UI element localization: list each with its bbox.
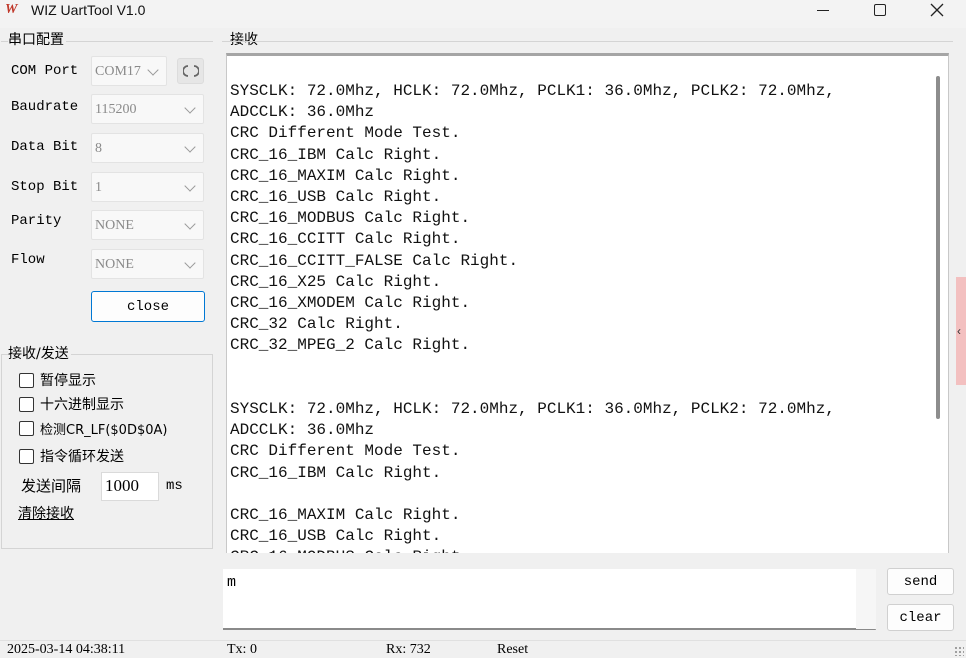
loop-send-label: 指令循环发送 bbox=[40, 449, 124, 465]
data-bit-select[interactable]: 8 bbox=[91, 133, 204, 163]
flow-select[interactable]: NONE bbox=[91, 249, 204, 279]
checkbox-box bbox=[19, 372, 34, 388]
close-window-button[interactable] bbox=[908, 0, 966, 20]
port-config-title: 串口配置 bbox=[8, 31, 66, 49]
reset-button[interactable]: Reset bbox=[497, 641, 528, 658]
data-bit-label: Data Bit bbox=[11, 139, 79, 155]
hex-display-checkbox[interactable]: 十六进制显示 bbox=[19, 394, 124, 414]
checkbox-box bbox=[19, 448, 34, 464]
minimize-icon bbox=[817, 9, 829, 11]
window-title: WIZ UartTool V1.0 bbox=[31, 2, 146, 18]
chevron-left-icon: ‹ bbox=[957, 324, 961, 338]
baudrate-value: 115200 bbox=[95, 102, 137, 117]
minimize-button[interactable] bbox=[794, 0, 852, 20]
com-port-value: COM17 bbox=[95, 64, 141, 79]
clear-receive-link[interactable]: 清除接收 bbox=[18, 505, 74, 523]
chevron-down-icon bbox=[184, 218, 196, 230]
baudrate-label: Baudrate bbox=[11, 99, 79, 115]
status-rx: Rx: 732 bbox=[386, 642, 431, 657]
receive-textarea[interactable]: SYSCLK: 72.0Mhz, HCLK: 72.0Mhz, PCLK1: 3… bbox=[226, 53, 949, 553]
data-bit-value: 8 bbox=[95, 141, 102, 156]
stop-bit-label: Stop Bit bbox=[11, 179, 79, 195]
com-port-select[interactable]: COM17 bbox=[91, 56, 167, 86]
chevron-down-icon bbox=[184, 257, 196, 269]
flow-value: NONE bbox=[95, 257, 134, 272]
send-textarea[interactable]: m bbox=[223, 569, 876, 630]
parity-value: NONE bbox=[95, 218, 134, 233]
maximize-button[interactable] bbox=[851, 0, 909, 20]
stop-bit-value: 1 bbox=[95, 180, 102, 195]
refresh-ports-button[interactable] bbox=[177, 58, 204, 84]
send-button[interactable]: send bbox=[887, 568, 954, 595]
hex-display-label: 十六进制显示 bbox=[40, 397, 124, 413]
maximize-icon bbox=[874, 4, 886, 16]
clear-button[interactable]: clear bbox=[887, 604, 954, 631]
send-interval-label: 发送间隔 bbox=[21, 477, 82, 495]
receive-scrollbar[interactable] bbox=[936, 76, 940, 419]
status-bar: 2025-03-14 04:38:11 Tx: 0 Rx: 732 Reset bbox=[0, 640, 966, 658]
title-bar: W WIZ UartTool V1.0 bbox=[0, 0, 966, 28]
checkbox-box bbox=[19, 396, 34, 412]
chevron-down-icon bbox=[184, 180, 196, 192]
baudrate-select[interactable]: 115200 bbox=[91, 94, 204, 124]
pause-display-label: 暂停显示 bbox=[40, 373, 96, 389]
checkbox-box bbox=[19, 420, 34, 436]
status-timestamp: 2025-03-14 04:38:11 bbox=[7, 642, 126, 657]
flow-label: Flow bbox=[11, 252, 45, 268]
check-crlf-checkbox[interactable]: 检测CR_LF($0D$0A) bbox=[19, 418, 167, 438]
stop-bit-select[interactable]: 1 bbox=[91, 172, 204, 202]
send-scrollbar[interactable] bbox=[856, 569, 876, 629]
chevron-down-icon bbox=[184, 102, 196, 114]
recv-send-title: 接收/发送 bbox=[8, 345, 71, 363]
app-logo-icon: W bbox=[5, 2, 18, 17]
chevron-down-icon bbox=[184, 141, 196, 153]
close-port-button[interactable]: close bbox=[91, 291, 205, 322]
send-interval-input[interactable]: 1000 bbox=[101, 472, 159, 501]
pause-display-checkbox[interactable]: 暂停显示 bbox=[19, 370, 96, 390]
parity-label: Parity bbox=[11, 213, 62, 229]
refresh-icon bbox=[182, 65, 199, 77]
send-interval-unit: ms bbox=[166, 478, 183, 494]
check-crlf-label: 检测CR_LF($0D$0A) bbox=[40, 422, 168, 438]
status-tx: Tx: 0 bbox=[227, 642, 257, 657]
send-text: m bbox=[227, 574, 237, 591]
close-icon bbox=[930, 3, 944, 17]
resize-grip-icon[interactable] bbox=[954, 646, 964, 656]
parity-select[interactable]: NONE bbox=[91, 210, 204, 240]
loop-send-checkbox[interactable]: 指令循环发送 bbox=[19, 446, 124, 466]
com-port-label: COM Port bbox=[11, 63, 79, 79]
chevron-down-icon bbox=[147, 64, 159, 76]
receive-text: SYSCLK: 72.0Mhz, HCLK: 72.0Mhz, PCLK1: 3… bbox=[230, 82, 835, 553]
